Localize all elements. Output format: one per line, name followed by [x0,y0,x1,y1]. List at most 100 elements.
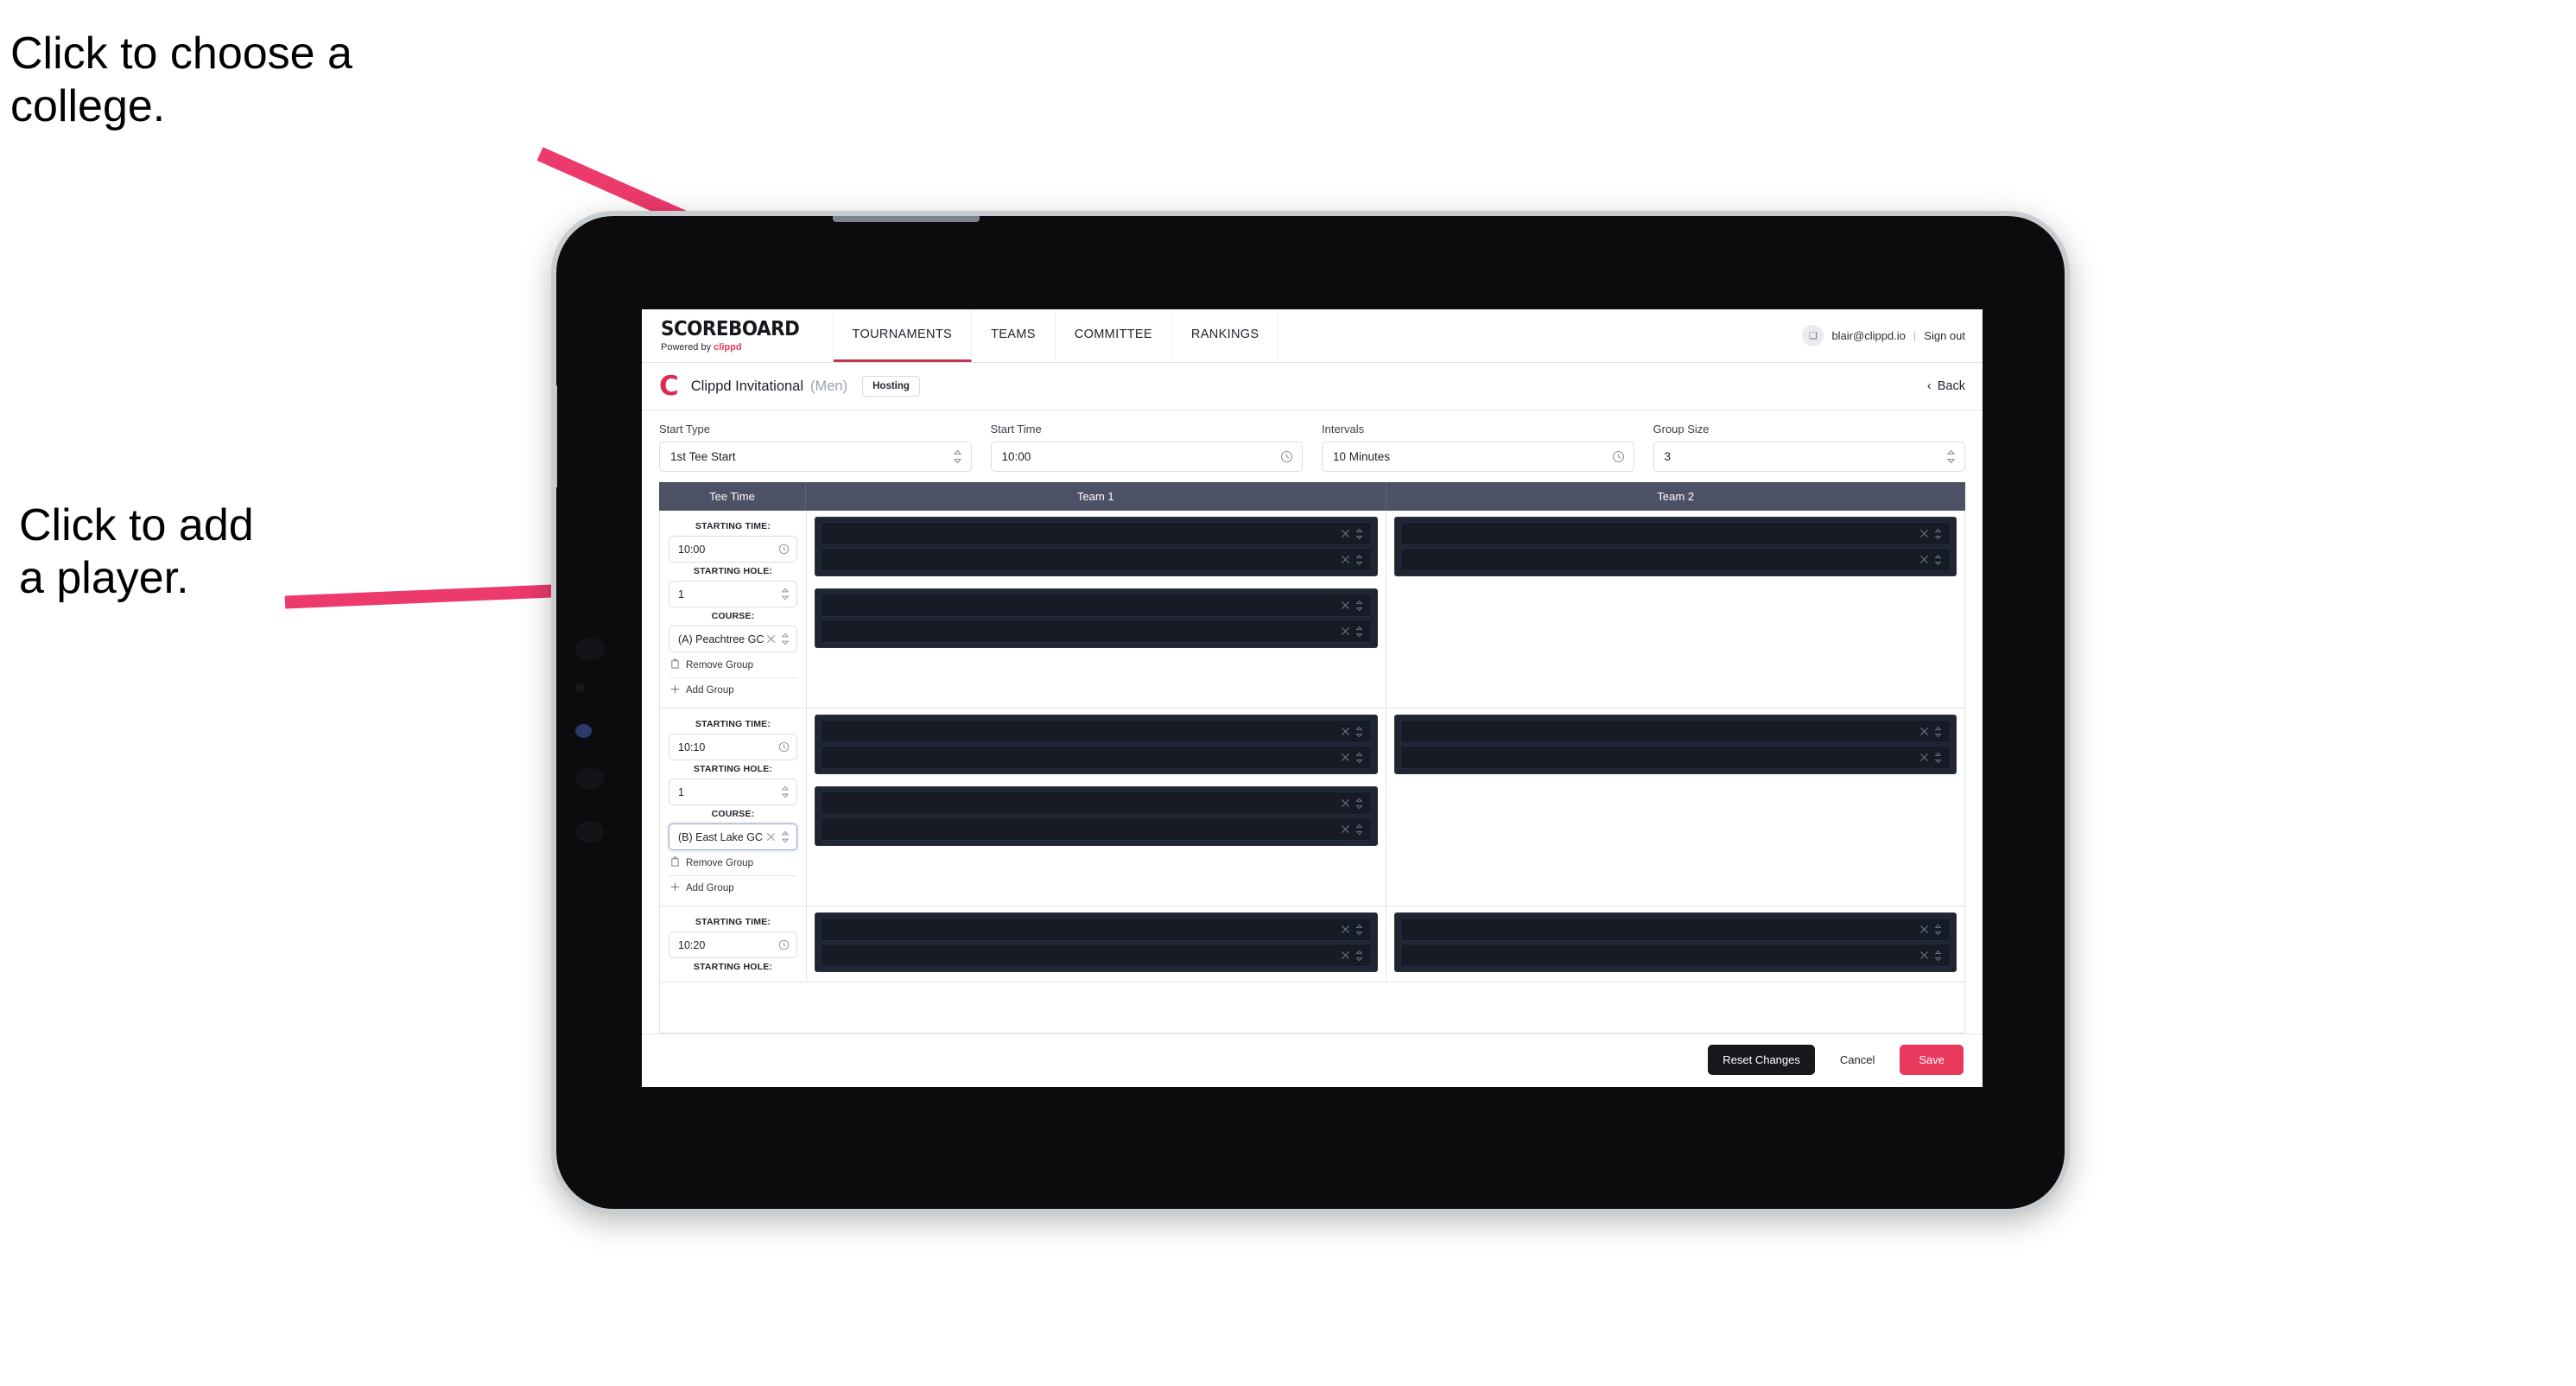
player-slot-panel [815,786,1378,846]
trash-icon [670,658,680,671]
clear-icon[interactable] [1341,925,1350,934]
field-start-type: Start Type 1st Tee Start [659,423,972,472]
stepper-icon [1934,554,1942,566]
player-slot-panel [815,517,1378,576]
player-slot[interactable] [821,522,1372,545]
label-starting-time: STARTING TIME: [695,917,771,927]
brand-sub-prefix: Powered by [661,341,714,353]
starting-time-input[interactable]: 10:20 [669,931,797,958]
starting-time-input[interactable]: 10:10 [669,734,797,760]
player-slot[interactable] [821,720,1372,743]
power-button[interactable] [556,385,557,487]
clear-icon[interactable] [1341,626,1350,636]
remove-group-label: Remove Group [686,857,753,868]
stepper-icon [1355,726,1363,738]
clear-icon[interactable] [766,832,776,842]
clear-icon[interactable] [1341,824,1350,834]
intervals-value: 10 Minutes [1333,450,1391,463]
add-group-button[interactable]: Add Group [669,876,797,900]
start-type-select[interactable]: 1st Tee Start [659,442,972,472]
starting-hole-value: 1 [678,785,684,798]
clear-icon[interactable] [1919,555,1929,564]
microphone-icon [575,767,604,790]
player-slot[interactable] [821,746,1372,769]
player-slot[interactable] [821,620,1372,643]
avatar[interactable]: ❑ [1802,325,1824,346]
back-button[interactable]: ‹ Back [1927,379,1965,393]
user-separator: | [1913,329,1917,342]
course-value: (A) Peachtree GC [678,633,765,645]
course-select[interactable]: (B) East Lake GC [669,823,797,850]
add-group-label: Add Group [686,883,734,893]
clear-icon[interactable] [1919,753,1929,762]
table-row: STARTING TIME: 10:00 STARTING HOLE: 1 CO… [660,511,1964,709]
starting-time-value: 10:10 [678,741,706,753]
brand-logo[interactable]: SCOREBOARD Powered by clippd [642,309,834,362]
intervals-input[interactable]: 10 Minutes [1322,442,1634,472]
course-select[interactable]: (A) Peachtree GC [669,626,797,652]
field-start-time: Start Time 10:00 [990,423,1303,472]
stepper-icon-2 [1946,449,1956,464]
player-slot[interactable] [821,594,1372,617]
stepper-icon [1355,626,1363,638]
player-slot[interactable] [821,817,1372,841]
player-slot-panel [1393,912,1957,972]
team-1-cell [807,906,1386,982]
clear-icon[interactable] [1341,529,1350,538]
team-2-cell [1386,511,1965,708]
starting-hole-stepper[interactable]: 1 [669,779,797,805]
stepper-icon [1355,823,1363,836]
player-slot[interactable] [821,918,1372,941]
remove-group-button[interactable]: Remove Group [669,850,797,876]
group-size-value: 3 [1664,450,1672,463]
sign-out-link[interactable]: Sign out [1924,329,1965,342]
field-intervals: Intervals 10 Minutes [1322,423,1634,472]
starting-hole-stepper[interactable]: 1 [669,581,797,607]
table-body: STARTING TIME: 10:00 STARTING HOLE: 1 CO… [659,511,1965,1033]
player-slot[interactable] [821,548,1372,571]
player-slot[interactable] [821,792,1372,815]
nav-item-tournaments[interactable]: TOURNAMENTS [833,309,973,362]
nav-label-rankings: RANKINGS [1190,327,1259,341]
team-1-cell [807,709,1386,906]
brand-title: SCOREBOARD [661,317,800,340]
player-slot[interactable] [1399,548,1951,571]
clear-icon[interactable] [1341,555,1350,564]
clear-icon[interactable] [1341,753,1350,762]
stepper-icon [1355,554,1363,566]
reset-changes-button[interactable]: Reset Changes [1708,1045,1815,1075]
group-size-stepper[interactable]: 3 [1653,442,1965,472]
nav-item-rankings[interactable]: RANKINGS [1172,309,1279,362]
screenshot-root: Click to choose a college. Click to add … [0,0,2576,1386]
player-slot[interactable] [1399,944,1951,967]
player-slot[interactable] [1399,918,1951,941]
label-start-time: Start Time [990,423,1042,436]
nav-label-tournaments: TOURNAMENTS [852,327,953,341]
clear-icon[interactable] [1919,950,1929,960]
clear-icon[interactable] [1341,601,1350,610]
label-course: COURSE: [711,611,755,621]
clear-icon[interactable] [1341,798,1350,808]
player-slot[interactable] [1399,720,1951,743]
tournament-gender: (Men) [810,378,848,394]
player-slot[interactable] [1399,746,1951,769]
player-slot[interactable] [821,944,1372,967]
remove-group-button[interactable]: Remove Group [669,652,797,678]
add-group-button[interactable]: Add Group [669,678,797,703]
clear-icon[interactable] [766,634,776,644]
clear-icon[interactable] [1919,925,1929,934]
clear-icon[interactable] [1341,727,1350,736]
starting-time-input[interactable]: 10:00 [669,536,797,563]
stepper-icon [1934,950,1942,962]
clear-icon[interactable] [1919,727,1929,736]
clear-icon[interactable] [1341,950,1350,960]
cancel-button[interactable]: Cancel [1827,1045,1888,1075]
nav-item-teams[interactable]: TEAMS [972,309,1056,362]
clear-icon[interactable] [1919,529,1929,538]
start-time-input[interactable]: 10:00 [990,442,1303,472]
nav-item-committee[interactable]: COMMITTEE [1056,309,1172,362]
tournament-subheader: C Clippd Invitational (Men) Hosting ‹ Ba… [642,363,1983,410]
save-button[interactable]: Save [1900,1045,1964,1075]
player-slot[interactable] [1399,522,1951,545]
player-slot-panel [1393,715,1957,774]
